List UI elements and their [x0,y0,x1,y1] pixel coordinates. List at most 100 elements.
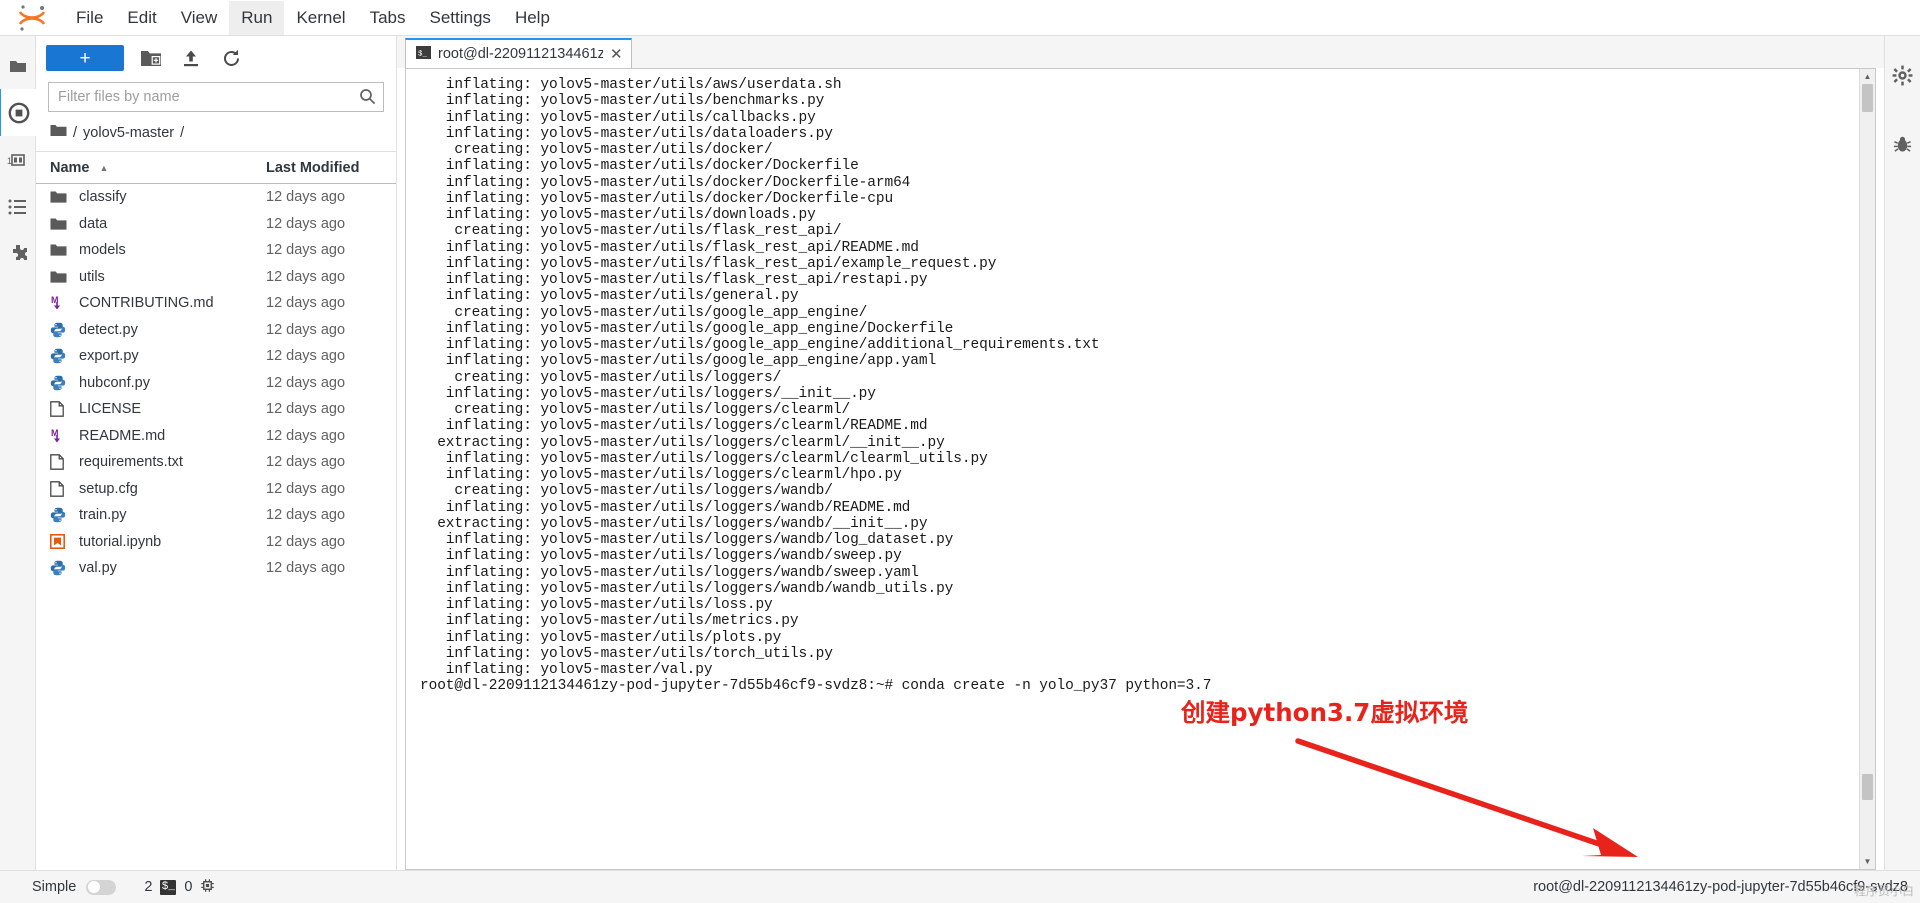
file-row[interactable]: hubconf.py 12 days ago [36,370,396,397]
file-name: requirements.txt [79,454,183,471]
file-row[interactable]: M CONTRIBUTING.md 12 days ago [36,290,396,317]
python-icon [50,560,70,576]
menu-bar: File Edit View Run Kernel Tabs Settings … [0,0,1920,36]
menu-tabs[interactable]: Tabs [358,1,418,35]
file-row[interactable]: LICENSE 12 days ago [36,396,396,423]
scroll-up-arrow-icon[interactable]: ▲ [1860,69,1875,84]
file-row[interactable]: M README.md 12 days ago [36,423,396,450]
terminal-count[interactable]: 0 [184,879,192,895]
simple-mode-toggle[interactable] [86,879,117,895]
folder-icon [50,270,70,284]
simple-mode-label: Simple [32,879,77,895]
file-last-modified: 12 days ago [266,268,346,285]
python-icon [50,322,70,338]
file-browser-panel: + Filter files by name / yolov5-master /… [36,36,397,870]
jupyterlab-window: File Edit View Run Kernel Tabs Settings … [0,0,1920,903]
simple-mode-group: Simple [12,879,117,895]
command-palette-icon[interactable]: 1 [0,136,35,183]
file-last-modified: 12 days ago [266,401,346,418]
file-row[interactable]: train.py 12 days ago [36,502,396,529]
file-last-modified: 12 days ago [266,348,346,365]
sort-ascending-caret-icon: ▲ [99,162,109,173]
file-name: export.py [79,348,139,365]
file-row[interactable]: val.py 12 days ago [36,555,396,582]
debugger-bug-icon[interactable] [1885,121,1920,168]
file-row[interactable]: tutorial.ipynb 12 days ago [36,529,396,556]
breadcrumb-path[interactable]: yolov5-master [83,125,174,141]
menu-file[interactable]: File [64,1,115,35]
dock-tab-bar: $_ root@dl-2209112134461zy ✕ [397,36,1884,68]
notebook-icon [50,534,70,550]
extension-manager-puzzle-icon[interactable] [0,230,35,277]
file-last-modified: 12 days ago [266,560,346,577]
file-row[interactable]: export.py 12 days ago [36,343,396,370]
markdown-icon: M [50,428,70,444]
right-sidebar-rail [1884,36,1920,870]
file-row[interactable]: detect.py 12 days ago [36,317,396,344]
terminal-widget[interactable]: inflating: yolov5-master/utils/aws/userd… [405,68,1876,870]
main-dock-panel: $_ root@dl-2209112134461zy ✕ inflating: … [397,36,1884,870]
column-header-name-label: Name [50,159,90,176]
filter-files-input[interactable] [48,82,384,112]
file-icon [50,480,70,497]
file-name: README.md [79,427,166,444]
cpu-icon[interactable] [200,878,215,897]
folder-icon [50,243,70,257]
property-inspector-gear-icon[interactable] [1885,52,1920,99]
refresh-icon[interactable] [218,45,244,71]
file-last-modified: 12 days ago [266,427,346,444]
file-last-modified: 12 days ago [266,242,346,259]
python-icon [50,507,70,523]
file-name: hubconf.py [79,374,150,391]
file-listing: classify 12 days ago data 12 days ago models… [36,184,396,870]
file-row[interactable]: classify 12 days ago [36,184,396,211]
file-row[interactable]: data 12 days ago [36,211,396,238]
column-header-name[interactable]: Name ▲ [50,160,266,176]
scrollbar-thumb[interactable] [1862,774,1873,800]
python-icon [50,348,70,364]
file-listing-header: Name ▲ Last Modified [36,151,396,184]
file-row[interactable]: requirements.txt 12 days ago [36,449,396,476]
kernel-count[interactable]: 2 [144,879,152,895]
running-terminals-icon[interactable] [0,89,36,136]
file-name: utils [79,268,105,285]
breadcrumb-trail-slash[interactable]: / [180,125,184,141]
new-folder-icon[interactable] [138,45,164,71]
table-of-contents-icon[interactable] [0,183,35,230]
file-row[interactable]: models 12 days ago [36,237,396,264]
tab-terminal[interactable]: $_ root@dl-2209112134461zy ✕ [405,38,632,68]
column-header-last-modified[interactable]: Last Modified [266,160,396,176]
file-name: CONTRIBUTING.md [79,295,214,312]
terminal-scrollbar[interactable]: ▲ ▼ [1859,69,1875,869]
file-row[interactable]: utils 12 days ago [36,264,396,291]
breadcrumb-home-folder-icon[interactable] [50,123,67,142]
file-last-modified: 12 days ago [266,374,346,391]
file-name: LICENSE [79,401,142,418]
folder-icon [50,190,70,204]
menu-help[interactable]: Help [503,1,562,35]
menu-view[interactable]: View [169,1,230,35]
file-browser-toolbar: + [36,36,396,80]
file-last-modified: 12 days ago [266,480,346,497]
file-row[interactable]: setup.cfg 12 days ago [36,476,396,503]
terminal-output: inflating: yolov5-master/utils/aws/userd… [420,77,1212,695]
file-name: models [79,242,126,259]
main-body: 1 + Filter files by name / yolov5-master… [0,36,1920,870]
menu-kernel[interactable]: Kernel [284,1,357,35]
breadcrumb-lead-slash[interactable]: / [73,125,77,141]
file-last-modified: 12 days ago [266,215,346,232]
file-name: data [79,215,108,232]
file-browser-folder-icon[interactable] [0,42,35,89]
terminal-icon[interactable]: $_ [160,879,177,895]
file-last-modified: 12 days ago [266,321,346,338]
new-launcher-button[interactable]: + [46,45,124,71]
folder-icon [50,217,70,231]
scroll-down-arrow-icon[interactable]: ▼ [1860,854,1875,869]
status-right-text: root@dl-2209112134461zy-pod-jupyter-7d55… [1533,879,1908,895]
close-icon[interactable]: ✕ [610,45,623,63]
menu-settings[interactable]: Settings [418,1,503,35]
menu-run[interactable]: Run [229,0,285,35]
menu-edit[interactable]: Edit [115,1,168,35]
upload-icon[interactable] [178,45,204,71]
scrollbar-thumb-top[interactable] [1862,84,1873,112]
